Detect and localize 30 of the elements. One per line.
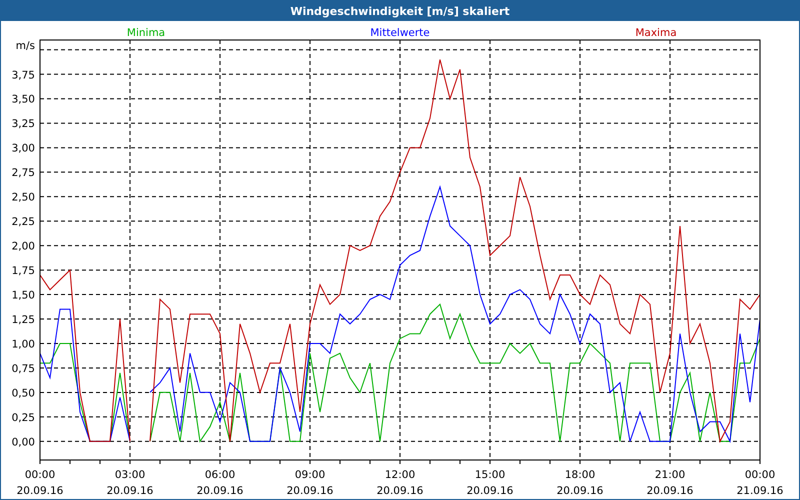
y-tick-label: 3,50 — [12, 94, 35, 106]
y-tick-label: 2,25 — [12, 216, 35, 228]
y-tick-label: 0,75 — [12, 362, 35, 375]
y-tick-label: 1,00 — [12, 338, 35, 350]
x-tick-label: 18:00 20.09.16 — [556, 469, 604, 497]
y-tick-label: 2,50 — [12, 192, 35, 204]
y-tick-label: 1,75 — [12, 265, 35, 278]
x-tick-label: 09:00 20.09.16 — [286, 469, 334, 497]
x-tick-label: 12:00 20.09.16 — [376, 469, 424, 497]
legend-label: Maxima — [635, 27, 677, 39]
window-title: Windgeschwindigkeit [m/s] skaliert — [1, 1, 799, 21]
x-tick-label: 03:00 20.09.16 — [106, 469, 154, 497]
x-tick-label: 21:00 20.09.16 — [646, 469, 694, 497]
x-tick-label: 00:00 20.09.16 — [16, 469, 64, 497]
y-tick-label: 3,00 — [12, 142, 35, 155]
x-tick-label: 00:00 21.09.16 — [736, 469, 784, 497]
y-tick-label: 0,50 — [12, 387, 35, 400]
x-tick-label: 06:00 20.09.16 — [196, 469, 244, 497]
x-tick-label: 15:00 20.09.16 — [466, 469, 514, 497]
legend-label: Mittelwerte — [370, 27, 430, 39]
y-tick-label: 1,25 — [12, 314, 35, 326]
y-tick-label: 2,75 — [12, 167, 35, 180]
y-tick-label: 2,00 — [12, 240, 35, 253]
y-tick-label: 1,50 — [12, 290, 35, 302]
y-tick-label: 0,25 — [12, 412, 35, 424]
y-tick-label: 0,00 — [12, 436, 35, 448]
y-axis-label: m/s — [16, 40, 35, 52]
y-tick-label: 3,25 — [12, 118, 35, 130]
legend-label: Minima — [126, 27, 166, 39]
y-tick-label: 3,75 — [12, 69, 35, 82]
